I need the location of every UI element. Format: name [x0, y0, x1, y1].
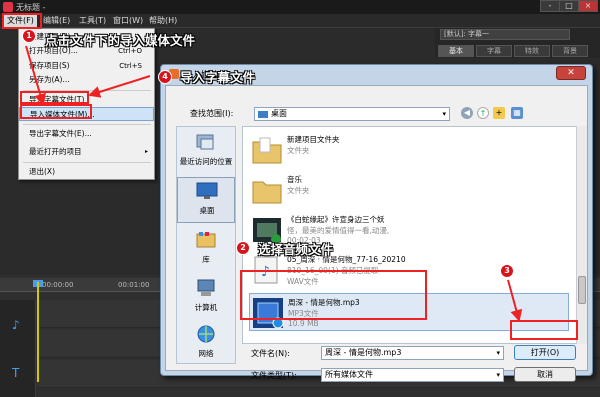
annotation-step4: 导入字幕文件 — [180, 70, 256, 85]
step-badge-2: 2 — [236, 241, 250, 255]
arrow-step3 — [507, 279, 523, 322]
annotation-arrows — [25, 45, 523, 322]
step-badge-4: 4 — [158, 70, 172, 84]
annotation-step1: 点击文件下的导入媒体文件 — [45, 33, 196, 48]
arrow-step4 — [88, 75, 151, 98]
step-badge-3: 3 — [500, 264, 514, 278]
step-badge-1: 1 — [22, 29, 36, 43]
arrow-step1 — [25, 45, 46, 106]
annotation-step2: 选择音频文件 — [258, 242, 334, 257]
